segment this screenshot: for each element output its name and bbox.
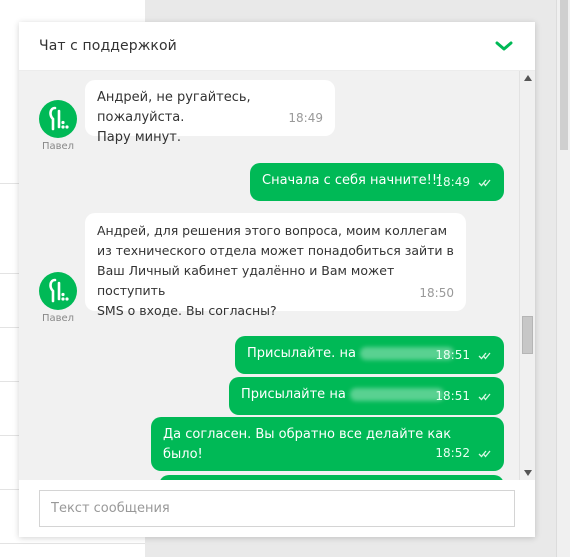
page-scrollbar-thumb[interactable] [560, 0, 568, 150]
sender-name: Павел [41, 313, 75, 324]
message-text: Андрей, для решения этого вопроса, моим … [97, 223, 454, 318]
avatar [39, 272, 77, 310]
incoming-message: Андрей, не ругайтесь, пожалуйста. Пару м… [85, 80, 335, 145]
message-text-visible: Присылайте. на [247, 346, 356, 361]
message-text-visible: Присылайте на [241, 387, 346, 402]
message-time: 18:51 [435, 348, 470, 362]
double-check-icon [478, 450, 491, 458]
message-input[interactable] [39, 490, 515, 527]
chat-scrollbar[interactable] [519, 71, 535, 480]
avatar [39, 100, 77, 138]
sender-name: Павел [41, 141, 75, 152]
message-meta: 18:51 [435, 386, 492, 406]
redacted-phone [349, 388, 444, 401]
outgoing-message: Сначала с себя начните!!! 18:49 [250, 163, 504, 201]
page-scrollbar[interactable] [556, 0, 570, 557]
scroll-up-arrow-icon[interactable] [523, 73, 533, 83]
message-time: 18:49 [288, 111, 323, 125]
outgoing-message: Присылайте на 18:51 [229, 377, 504, 415]
scroll-down-arrow-icon[interactable] [523, 468, 533, 478]
message-time: 18:52 [435, 446, 470, 460]
message-meta: 18:52 [435, 443, 492, 463]
incoming-message: Андрей, для решения этого вопроса, моим … [85, 213, 466, 318]
double-check-icon [478, 393, 491, 401]
megafon-logo-icon [49, 278, 69, 303]
double-check-icon [478, 352, 491, 360]
message-list[interactable]: Павел Андрей, не ругайтесь, пожалуйста. … [19, 71, 519, 480]
chat-header: Чат с поддержкой [19, 22, 535, 71]
message-time: 18:51 [435, 389, 470, 403]
outgoing-message: Присылайте. на 18:51 [235, 336, 504, 374]
collapse-button[interactable] [493, 35, 515, 57]
message-meta: 18:49 [288, 108, 323, 128]
double-check-icon [478, 179, 491, 187]
divider [0, 543, 145, 544]
message-meta: 18:51 [435, 345, 492, 365]
support-chat-widget: Чат с поддержкой Павел Андрей, не ругайт… [19, 22, 535, 537]
message-meta: 18:49 [435, 172, 492, 192]
chevron-down-icon [495, 41, 513, 51]
outgoing-message: Да согласен. Вы обратно все делайте как … [151, 417, 504, 471]
chat-scrollbar-thumb[interactable] [522, 316, 533, 354]
megafon-logo-icon [49, 106, 69, 131]
message-time: 18:50 [419, 286, 454, 300]
message-meta: 18:50 [419, 283, 454, 303]
message-composer [19, 480, 535, 537]
message-time: 18:49 [435, 175, 470, 189]
chat-title: Чат с поддержкой [39, 38, 177, 54]
